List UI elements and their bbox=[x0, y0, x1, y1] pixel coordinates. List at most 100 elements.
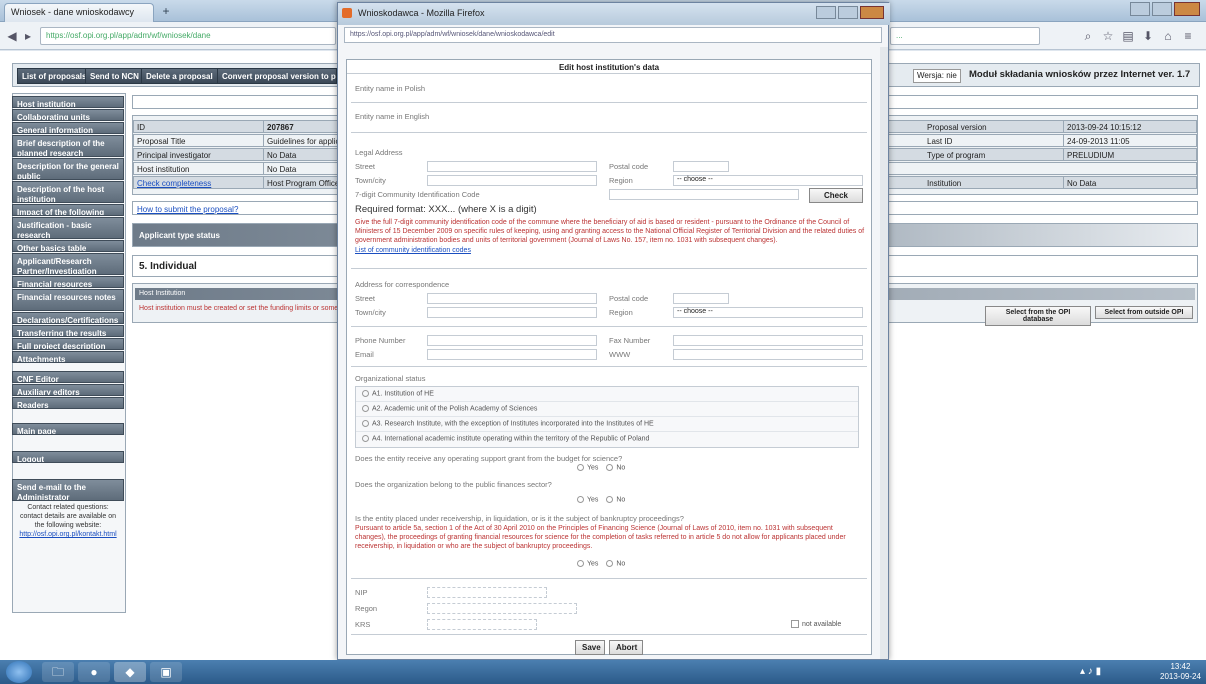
radio-button[interactable] bbox=[362, 435, 369, 442]
address-bar[interactable]: https://osf.opi.org.pl/app/adm/wf/wniose… bbox=[40, 27, 336, 45]
street-input[interactable] bbox=[427, 161, 597, 172]
search-icon[interactable]: ⌕ bbox=[1080, 28, 1096, 44]
sidebar-item-cnf-editor[interactable]: CNF Editor bbox=[12, 371, 124, 383]
how-to-submit-link[interactable]: How to submit the proposal? bbox=[137, 205, 238, 214]
list-item[interactable]: A3. Research Institute, with the excepti… bbox=[356, 417, 858, 432]
region-select[interactable]: -- choose -- bbox=[673, 175, 863, 186]
no-radio[interactable] bbox=[606, 464, 614, 471]
corr-region-label: Region bbox=[609, 308, 633, 317]
yes-radio[interactable] bbox=[577, 496, 584, 503]
radio-button[interactable] bbox=[362, 405, 369, 412]
library-icon[interactable]: ▤ bbox=[1120, 28, 1136, 44]
not-available-option[interactable]: not available bbox=[791, 620, 841, 628]
check-button[interactable]: Check bbox=[809, 188, 863, 203]
popup-minimize-button[interactable] bbox=[816, 6, 836, 19]
forward-icon[interactable]: ▸ bbox=[20, 28, 36, 44]
popup-close-button[interactable] bbox=[860, 6, 884, 19]
select-from-db-button[interactable]: Select from the OPI database bbox=[985, 306, 1091, 326]
menu-icon[interactable]: ≡ bbox=[1180, 28, 1196, 44]
clock[interactable]: 13:42 2013-09-24 bbox=[1160, 662, 1201, 682]
abort-button[interactable]: Abort bbox=[609, 640, 643, 655]
list-item[interactable]: A1. Institution of HE bbox=[356, 387, 858, 402]
not-available-checkbox[interactable] bbox=[791, 620, 799, 628]
maximize-button[interactable] bbox=[1152, 2, 1172, 16]
sidebar-item-full-description[interactable]: Full project description bbox=[12, 338, 124, 350]
sidebar-item-main-page[interactable]: Main page bbox=[12, 423, 124, 435]
nip-input[interactable] bbox=[427, 587, 547, 598]
sidebar-item-host-institution[interactable]: Host institution bbox=[12, 96, 124, 108]
regon-code-input[interactable] bbox=[609, 189, 799, 200]
sidebar-item-description-public[interactable]: Description for the general public bbox=[12, 158, 124, 180]
sidebar-item-description-host[interactable]: Description of the host institution bbox=[12, 181, 124, 203]
sidebar-item-readers[interactable]: Readers bbox=[12, 397, 124, 409]
home-icon[interactable]: ⌂ bbox=[1160, 28, 1176, 44]
corr-postal-label: Postal code bbox=[609, 294, 649, 303]
www-input[interactable] bbox=[673, 349, 863, 360]
section-title: 5. Individual bbox=[139, 261, 197, 272]
yes-radio[interactable] bbox=[577, 560, 584, 567]
language-select[interactable]: Wersja: nie bbox=[913, 69, 961, 83]
check-completeness-link[interactable]: Check completeness bbox=[134, 177, 264, 189]
address-bar-tail[interactable]: ... bbox=[890, 27, 1040, 45]
convert-pdf-button[interactable]: Convert proposal version to pdf bbox=[217, 68, 337, 84]
list-proposals-button[interactable]: List of proposals bbox=[17, 68, 92, 84]
download-icon[interactable]: ⬇ bbox=[1140, 28, 1156, 44]
select-outside-button[interactable]: Select from outside OPI bbox=[1095, 306, 1193, 319]
list-item[interactable]: A4. International academic institute ope… bbox=[356, 432, 858, 447]
app-taskbar-icon[interactable]: ◆ bbox=[114, 662, 146, 682]
sidebar-item-other-basics[interactable]: Other basics table bbox=[12, 240, 124, 252]
sidebar-item-applicant[interactable]: Applicant/Research Partner/Investigation bbox=[12, 253, 124, 275]
sidebar-item-brief-description[interactable]: Brief description of the planned researc… bbox=[12, 135, 124, 157]
close-window-button[interactable] bbox=[1174, 2, 1200, 16]
corr-region-select[interactable]: -- choose -- bbox=[673, 307, 863, 318]
postal-input[interactable] bbox=[673, 161, 729, 172]
sidebar-item-general-information[interactable]: General information bbox=[12, 122, 124, 134]
radio-button[interactable] bbox=[362, 420, 369, 427]
new-tab-button[interactable]: + bbox=[158, 4, 174, 20]
popup-maximize-button[interactable] bbox=[838, 6, 858, 19]
browser-tab[interactable]: Wniosek - dane wnioskodawcy bbox=[4, 3, 154, 22]
radio-button[interactable] bbox=[362, 390, 369, 397]
sidebar-item-attachments[interactable]: Attachments bbox=[12, 351, 124, 363]
regon-list-link[interactable]: List of community identification codes bbox=[355, 247, 471, 254]
sidebar-item-financial-resources[interactable]: Financial resources bbox=[12, 276, 124, 288]
sidebar-item-declarations[interactable]: Declarations/Certifications bbox=[12, 312, 124, 324]
corr-postal-input[interactable] bbox=[673, 293, 729, 304]
contact-link[interactable]: http://osf.opi.org.pl/kontakt.html bbox=[16, 531, 120, 538]
popup-address-bar[interactable]: https://osf.opi.org.pl/app/adm/wf/wniose… bbox=[344, 27, 882, 43]
bookmark-icon[interactable]: ☆ bbox=[1100, 28, 1116, 44]
sidebar-item-collaborating-units[interactable]: Collaborating units bbox=[12, 109, 124, 121]
sidebar-item-transferring[interactable]: Transferring the results bbox=[12, 325, 124, 337]
no-radio[interactable] bbox=[606, 496, 614, 503]
status-option-label: A2. Academic unit of the Polish Academy … bbox=[372, 405, 538, 413]
firefox-taskbar-icon[interactable]: ● bbox=[78, 662, 110, 682]
yes-radio[interactable] bbox=[577, 464, 584, 471]
email-input[interactable] bbox=[427, 349, 597, 360]
sidebar-item-auxiliary-editors[interactable]: Auxiliary editors bbox=[12, 384, 124, 396]
sidebar-item-financial-notes[interactable]: Financial resources notes bbox=[12, 289, 124, 311]
sidebar-item-justification[interactable]: Justification - basic research bbox=[12, 217, 124, 239]
sidebar-item-impact[interactable]: Impact of the following bbox=[12, 204, 124, 216]
list-item[interactable]: A2. Academic unit of the Polish Academy … bbox=[356, 402, 858, 417]
org-status-list[interactable]: A1. Institution of HE A2. Academic unit … bbox=[355, 386, 859, 448]
start-button[interactable] bbox=[6, 661, 32, 683]
popup-scrollbar[interactable] bbox=[880, 47, 888, 659]
corr-town-input[interactable] bbox=[427, 307, 597, 318]
krs-input[interactable] bbox=[427, 619, 537, 630]
no-radio[interactable] bbox=[606, 560, 614, 567]
sidebar-item-send-email[interactable]: Send e-mail to the Administrator bbox=[12, 479, 124, 501]
phone-input[interactable] bbox=[427, 335, 597, 346]
q2-label: Does the organization belong to the publ… bbox=[355, 480, 552, 489]
window-taskbar-icon[interactable]: ▣ bbox=[150, 662, 182, 682]
minimize-button[interactable] bbox=[1130, 2, 1150, 16]
fax-input[interactable] bbox=[673, 335, 863, 346]
town-input[interactable] bbox=[427, 175, 597, 186]
send-ncn-button[interactable]: Send to NCN bbox=[85, 68, 144, 84]
corr-street-input[interactable] bbox=[427, 293, 597, 304]
regon-input[interactable] bbox=[427, 603, 577, 614]
back-icon[interactable]: ◀ bbox=[4, 28, 20, 44]
sidebar-item-logout[interactable]: Logout bbox=[12, 451, 124, 463]
explorer-taskbar-icon[interactable]: 🗀 bbox=[42, 662, 74, 682]
delete-proposal-button[interactable]: Delete a proposal bbox=[141, 68, 218, 84]
save-button[interactable]: Save bbox=[575, 640, 605, 655]
